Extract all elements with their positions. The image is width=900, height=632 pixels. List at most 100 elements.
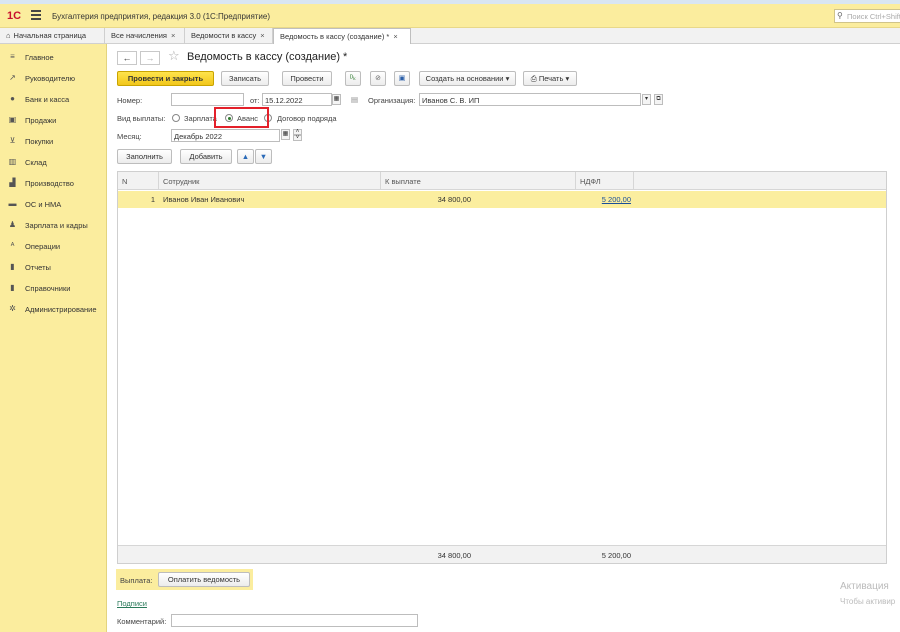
table-totals: 34 800,00 5 200,00 xyxy=(118,545,886,563)
sidebar-item-main[interactable]: ≡ Главное xyxy=(0,47,107,67)
print-button[interactable]: ⎙ Печать ▾ xyxy=(523,71,577,86)
sidebar-item-sales[interactable]: ▣ Продажи xyxy=(0,110,107,130)
title-bar: 1С Бухгалтерия предприятия, редакция 3.0… xyxy=(0,0,900,28)
bag-icon: ▣ xyxy=(8,115,17,124)
radio-contract-label[interactable]: Договор подряда xyxy=(277,114,337,123)
sidebar-item-label: Производство xyxy=(25,179,74,188)
search-placeholder: Поиск Ctrl+Shift+F xyxy=(847,12,900,21)
radio-salary[interactable] xyxy=(172,114,180,122)
organization-label: Организация: xyxy=(368,96,416,105)
create-based-on-button[interactable]: Создать на основании ▾ xyxy=(419,71,516,86)
structure-icon[interactable]: ▣ xyxy=(394,71,410,86)
month-calendar-icon[interactable]: ▦ xyxy=(281,129,290,140)
total-ndfl: 5 200,00 xyxy=(601,551,631,560)
operations-icon: ᴬ xyxy=(10,241,15,250)
dt-kt-icon[interactable]: ᴰₖ xyxy=(345,71,361,86)
dropdown-arrow-icon: ▾ xyxy=(565,74,570,83)
org-select-button[interactable]: ▾ xyxy=(642,94,651,105)
fill-button[interactable]: Заполнить xyxy=(117,149,172,164)
sidebar-item-manager[interactable]: ↗ Руководителю xyxy=(0,68,107,88)
col-to-pay[interactable]: К выплате xyxy=(381,172,576,190)
tab-bar: ⌂ Начальная страница Все начисления × Ведо… xyxy=(0,28,900,44)
pay-statement-button[interactable]: Оплатить ведомость xyxy=(158,572,250,587)
date-label: от: xyxy=(250,96,260,105)
col-n[interactable]: N xyxy=(118,172,159,190)
number-field[interactable] xyxy=(171,93,244,106)
cart-icon: ⊻ xyxy=(9,136,16,145)
forward-button[interactable]: → xyxy=(140,51,160,65)
arrow-left-icon: ← xyxy=(122,53,132,63)
date-field[interactable]: 15.12.2022 xyxy=(262,93,332,106)
table-row[interactable]: 1 Иванов Иван Иванович 34 800,00 5 200,0… xyxy=(118,191,886,208)
coin-icon: ● xyxy=(10,94,15,103)
sidebar-item-label: Отчеты xyxy=(25,263,51,272)
organization-field[interactable]: Иванов С. В. ИП xyxy=(419,93,641,106)
highlight-frame xyxy=(214,107,269,128)
close-icon[interactable]: × xyxy=(171,31,175,40)
add-button[interactable]: Добавить xyxy=(180,149,232,164)
payment-box: Выплата: Оплатить ведомость xyxy=(116,569,253,590)
save-button[interactable]: Записать xyxy=(221,71,269,86)
sidebar-item-assets[interactable]: ▬ ОС и НМА xyxy=(0,194,107,214)
back-button[interactable]: ← xyxy=(117,51,137,65)
cell-ndfl-link[interactable]: 5 200,00 xyxy=(576,191,631,208)
cell-to-pay: 34 800,00 xyxy=(437,195,471,204)
page-title: Ведомость в кассу (создание) * xyxy=(187,51,348,63)
sidebar-item-operations[interactable]: ᴬ Операции xyxy=(0,236,107,256)
post-button[interactable]: Провести xyxy=(282,71,332,86)
main-menu-icon[interactable] xyxy=(31,10,41,20)
move-down-button[interactable]: ▼ xyxy=(255,149,272,164)
factory-icon: ▟ xyxy=(9,178,16,187)
calendar-icon[interactable]: ▦ xyxy=(332,94,341,105)
sidebar-item-admin[interactable]: ✲ Администрирование xyxy=(0,299,107,319)
month-field[interactable]: Декабрь 2022 xyxy=(171,129,280,142)
sidebar-item-catalogs[interactable]: ▮ Справочники xyxy=(0,278,107,298)
month-down-button[interactable]: ˅ xyxy=(293,135,302,141)
activation-watermark-subtitle: Чтобы активир xyxy=(840,597,896,606)
search-input[interactable]: ⚲ Поиск Ctrl+Shift+F xyxy=(834,9,900,23)
tab-cash-statements[interactable]: Ведомости в кассу × xyxy=(185,28,273,44)
sidebar-item-label: Операции xyxy=(25,242,61,251)
post-and-close-button[interactable]: Провести и закрыть xyxy=(117,71,214,86)
sidebar-item-bank[interactable]: ● Банк и касса xyxy=(0,89,107,109)
close-icon[interactable]: × xyxy=(393,32,397,41)
col-ndfl[interactable]: НДФЛ xyxy=(576,172,634,190)
sidebar: ≡ Главное ↗ Руководителю ● Банк и касса ▣ Пр… xyxy=(0,44,107,632)
sidebar-item-label: Склад xyxy=(25,158,47,167)
move-up-button[interactable]: ▲ xyxy=(237,149,254,164)
payment-type-label: Вид выплаты: xyxy=(117,114,166,123)
menu-icon: ≡ xyxy=(10,52,15,61)
sidebar-item-warehouse[interactable]: ▥ Склад xyxy=(0,152,107,172)
person-icon: ♟ xyxy=(8,220,17,229)
attach-icon[interactable]: ⊘ xyxy=(370,71,386,86)
sidebar-item-reports[interactable]: ▮ Отчеты xyxy=(0,257,107,277)
tab-label: Ведомость в кассу (создание) * xyxy=(280,32,390,41)
employees-table: N Сотрудник К выплате НДФЛ 1 Иванов Иван… xyxy=(117,171,887,564)
sidebar-item-salary[interactable]: ♟ Зарплата и кадры xyxy=(0,215,107,235)
tab-label: Начальная страница xyxy=(13,31,87,40)
favorite-star-icon[interactable]: ☆ xyxy=(168,48,180,64)
comment-field[interactable] xyxy=(171,614,418,627)
tab-home[interactable]: ⌂ Начальная страница xyxy=(0,28,105,44)
sidebar-item-purchases[interactable]: ⊻ Покупки xyxy=(0,131,107,151)
arrow-up-icon: ▲ xyxy=(241,152,250,161)
search-icon: ⚲ xyxy=(837,11,843,20)
tab-all-accruals[interactable]: Все начисления × xyxy=(105,28,185,44)
col-employee[interactable]: Сотрудник xyxy=(159,172,381,190)
radio-salary-label[interactable]: Зарплата xyxy=(184,114,217,123)
tab-cash-statement-create[interactable]: Ведомость в кассу (создание) * × xyxy=(273,28,411,44)
app-title: Бухгалтерия предприятия, редакция 3.0 (1… xyxy=(52,12,271,21)
dropdown-arrow-icon: ▾ xyxy=(505,74,510,83)
cell-n: 1 xyxy=(150,195,155,204)
signatures-link[interactable]: Подписи xyxy=(117,599,147,608)
sidebar-item-label: Покупки xyxy=(25,137,54,146)
print-icon: ⎙ xyxy=(530,74,537,83)
sidebar-item-label: Главное xyxy=(25,53,54,62)
sidebar-item-label: Руководителю xyxy=(25,74,76,83)
chart-icon: ▮ xyxy=(10,262,15,271)
close-icon[interactable]: × xyxy=(260,31,264,40)
create-based-label: Создать на основании xyxy=(425,74,504,83)
org-open-button[interactable]: ⧉ xyxy=(654,94,663,105)
sidebar-item-production[interactable]: ▟ Производство xyxy=(0,173,107,193)
month-label: Месяц: xyxy=(117,132,142,141)
